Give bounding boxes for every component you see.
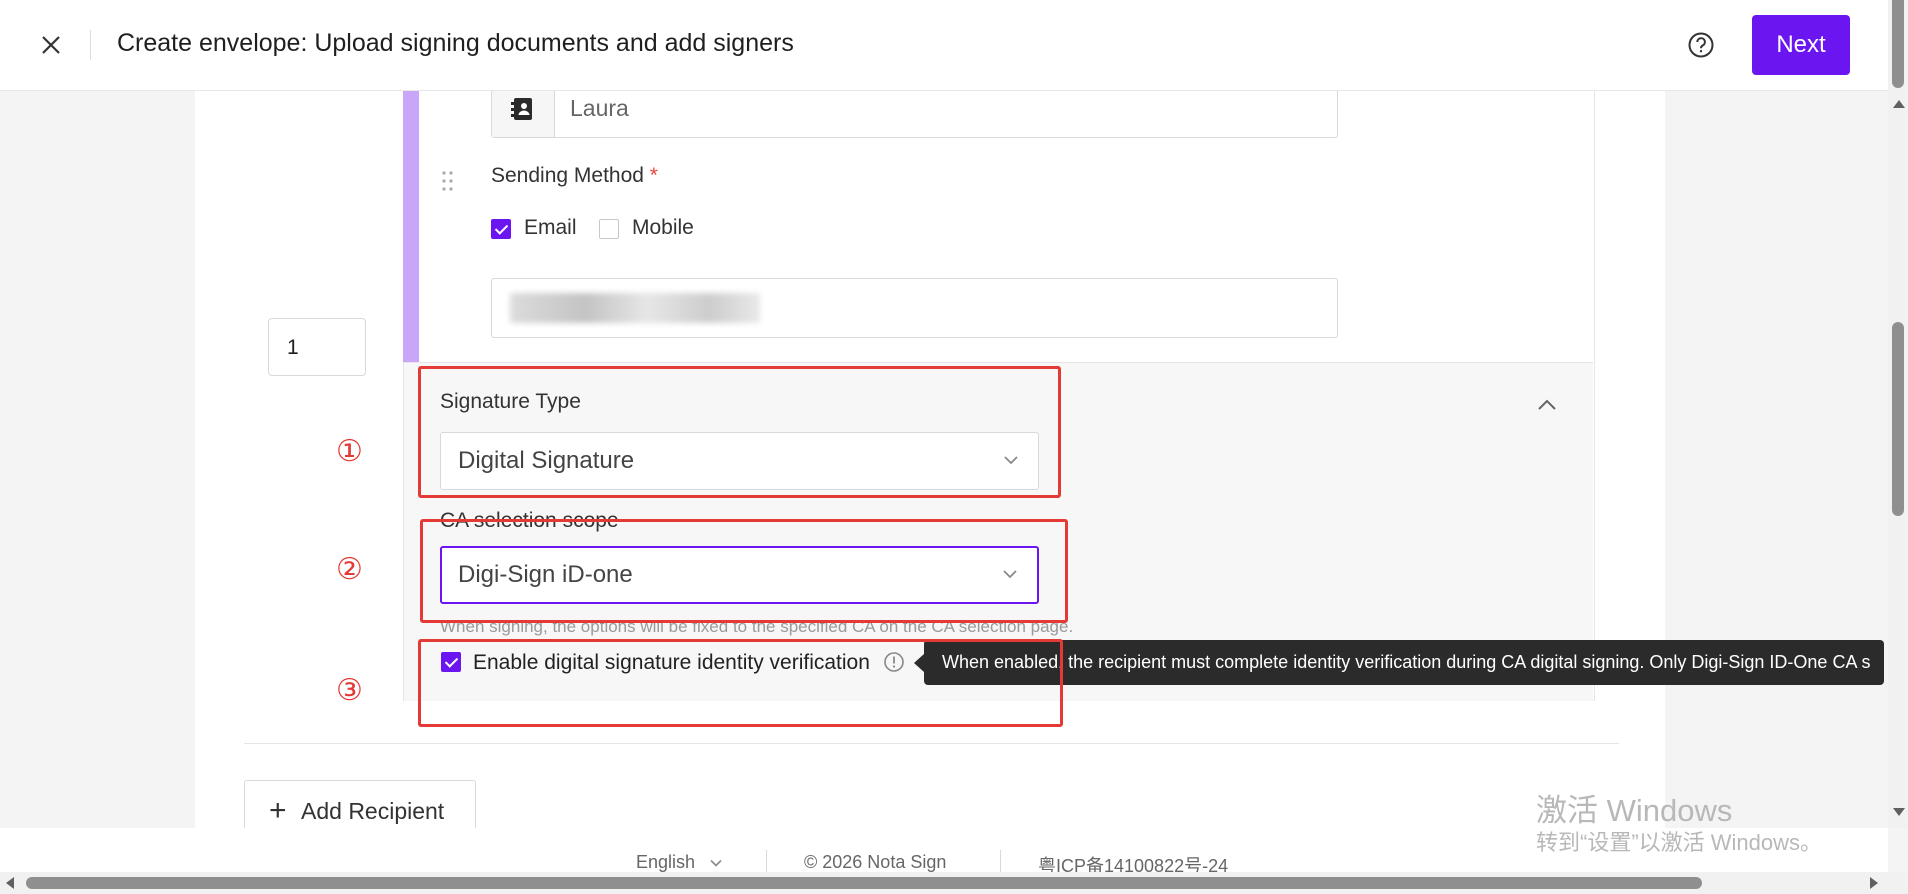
top-bar: Create envelope: Upload signing document…: [0, 0, 1888, 91]
redacted-email: [510, 293, 760, 323]
footer-separator: [766, 850, 767, 872]
language-selector[interactable]: English: [636, 852, 724, 873]
windows-activation-watermark-subtitle: 转到“设置”以激活 Windows。: [1536, 830, 1823, 855]
vertical-scrollbar-top-thumb[interactable]: [1892, 0, 1904, 88]
scrollbar-corner: [1888, 872, 1908, 894]
language-value: English: [636, 852, 696, 872]
chevron-down-icon: [710, 860, 722, 867]
chevron-up-icon[interactable]: [1536, 394, 1558, 416]
annotation-number-1: ①: [336, 435, 363, 468]
annotation-number-2: ②: [336, 553, 363, 586]
annotation-box-2: [420, 519, 1068, 623]
page-title: Create envelope: Upload signing document…: [117, 29, 794, 57]
vertical-scrollbar[interactable]: [1888, 90, 1908, 828]
sending-method-label: Sending Method *: [491, 164, 658, 188]
annotation-box-1: [418, 366, 1061, 498]
sending-method-text: Sending Method: [491, 164, 644, 187]
mobile-checkbox-label[interactable]: Mobile: [632, 216, 694, 240]
help-circle-icon[interactable]: [1684, 28, 1718, 62]
next-button[interactable]: Next: [1752, 15, 1850, 75]
drag-handle-icon[interactable]: [441, 170, 455, 192]
required-mark: *: [649, 164, 658, 187]
horizontal-scrollbar[interactable]: [0, 872, 1888, 894]
copyright: © 2026 Nota Sign: [804, 852, 947, 872]
section-divider: [244, 743, 1619, 744]
scroll-left-arrow-icon[interactable]: [6, 877, 14, 889]
scroll-right-arrow-icon[interactable]: [1870, 877, 1878, 889]
identity-verification-tooltip: When enabled, the recipient must complet…: [924, 640, 1884, 685]
footer-separator: [1000, 850, 1001, 872]
windows-activation-watermark-title: 激活 Windows: [1536, 793, 1733, 828]
horizontal-scrollbar-thumb[interactable]: [26, 877, 1702, 889]
recipient-accent-bar: [403, 90, 419, 362]
recipient-name-value: Laura: [570, 95, 629, 121]
vertical-scrollbar-top: [1888, 0, 1908, 90]
email-checkbox-label[interactable]: Email: [524, 216, 577, 240]
annotation-number-3: ③: [336, 674, 363, 707]
routing-order-input[interactable]: 1: [268, 318, 366, 376]
close-icon[interactable]: [34, 28, 68, 62]
annotation-box-3: [418, 639, 1063, 727]
scroll-up-arrow-icon[interactable]: [1893, 100, 1905, 108]
vertical-scrollbar-thumb[interactable]: [1892, 322, 1904, 516]
mobile-checkbox[interactable]: [599, 219, 619, 239]
header-divider: [90, 30, 91, 60]
email-input[interactable]: [491, 278, 1338, 338]
scroll-down-arrow-icon[interactable]: [1893, 808, 1905, 816]
email-checkbox[interactable]: [491, 219, 511, 239]
